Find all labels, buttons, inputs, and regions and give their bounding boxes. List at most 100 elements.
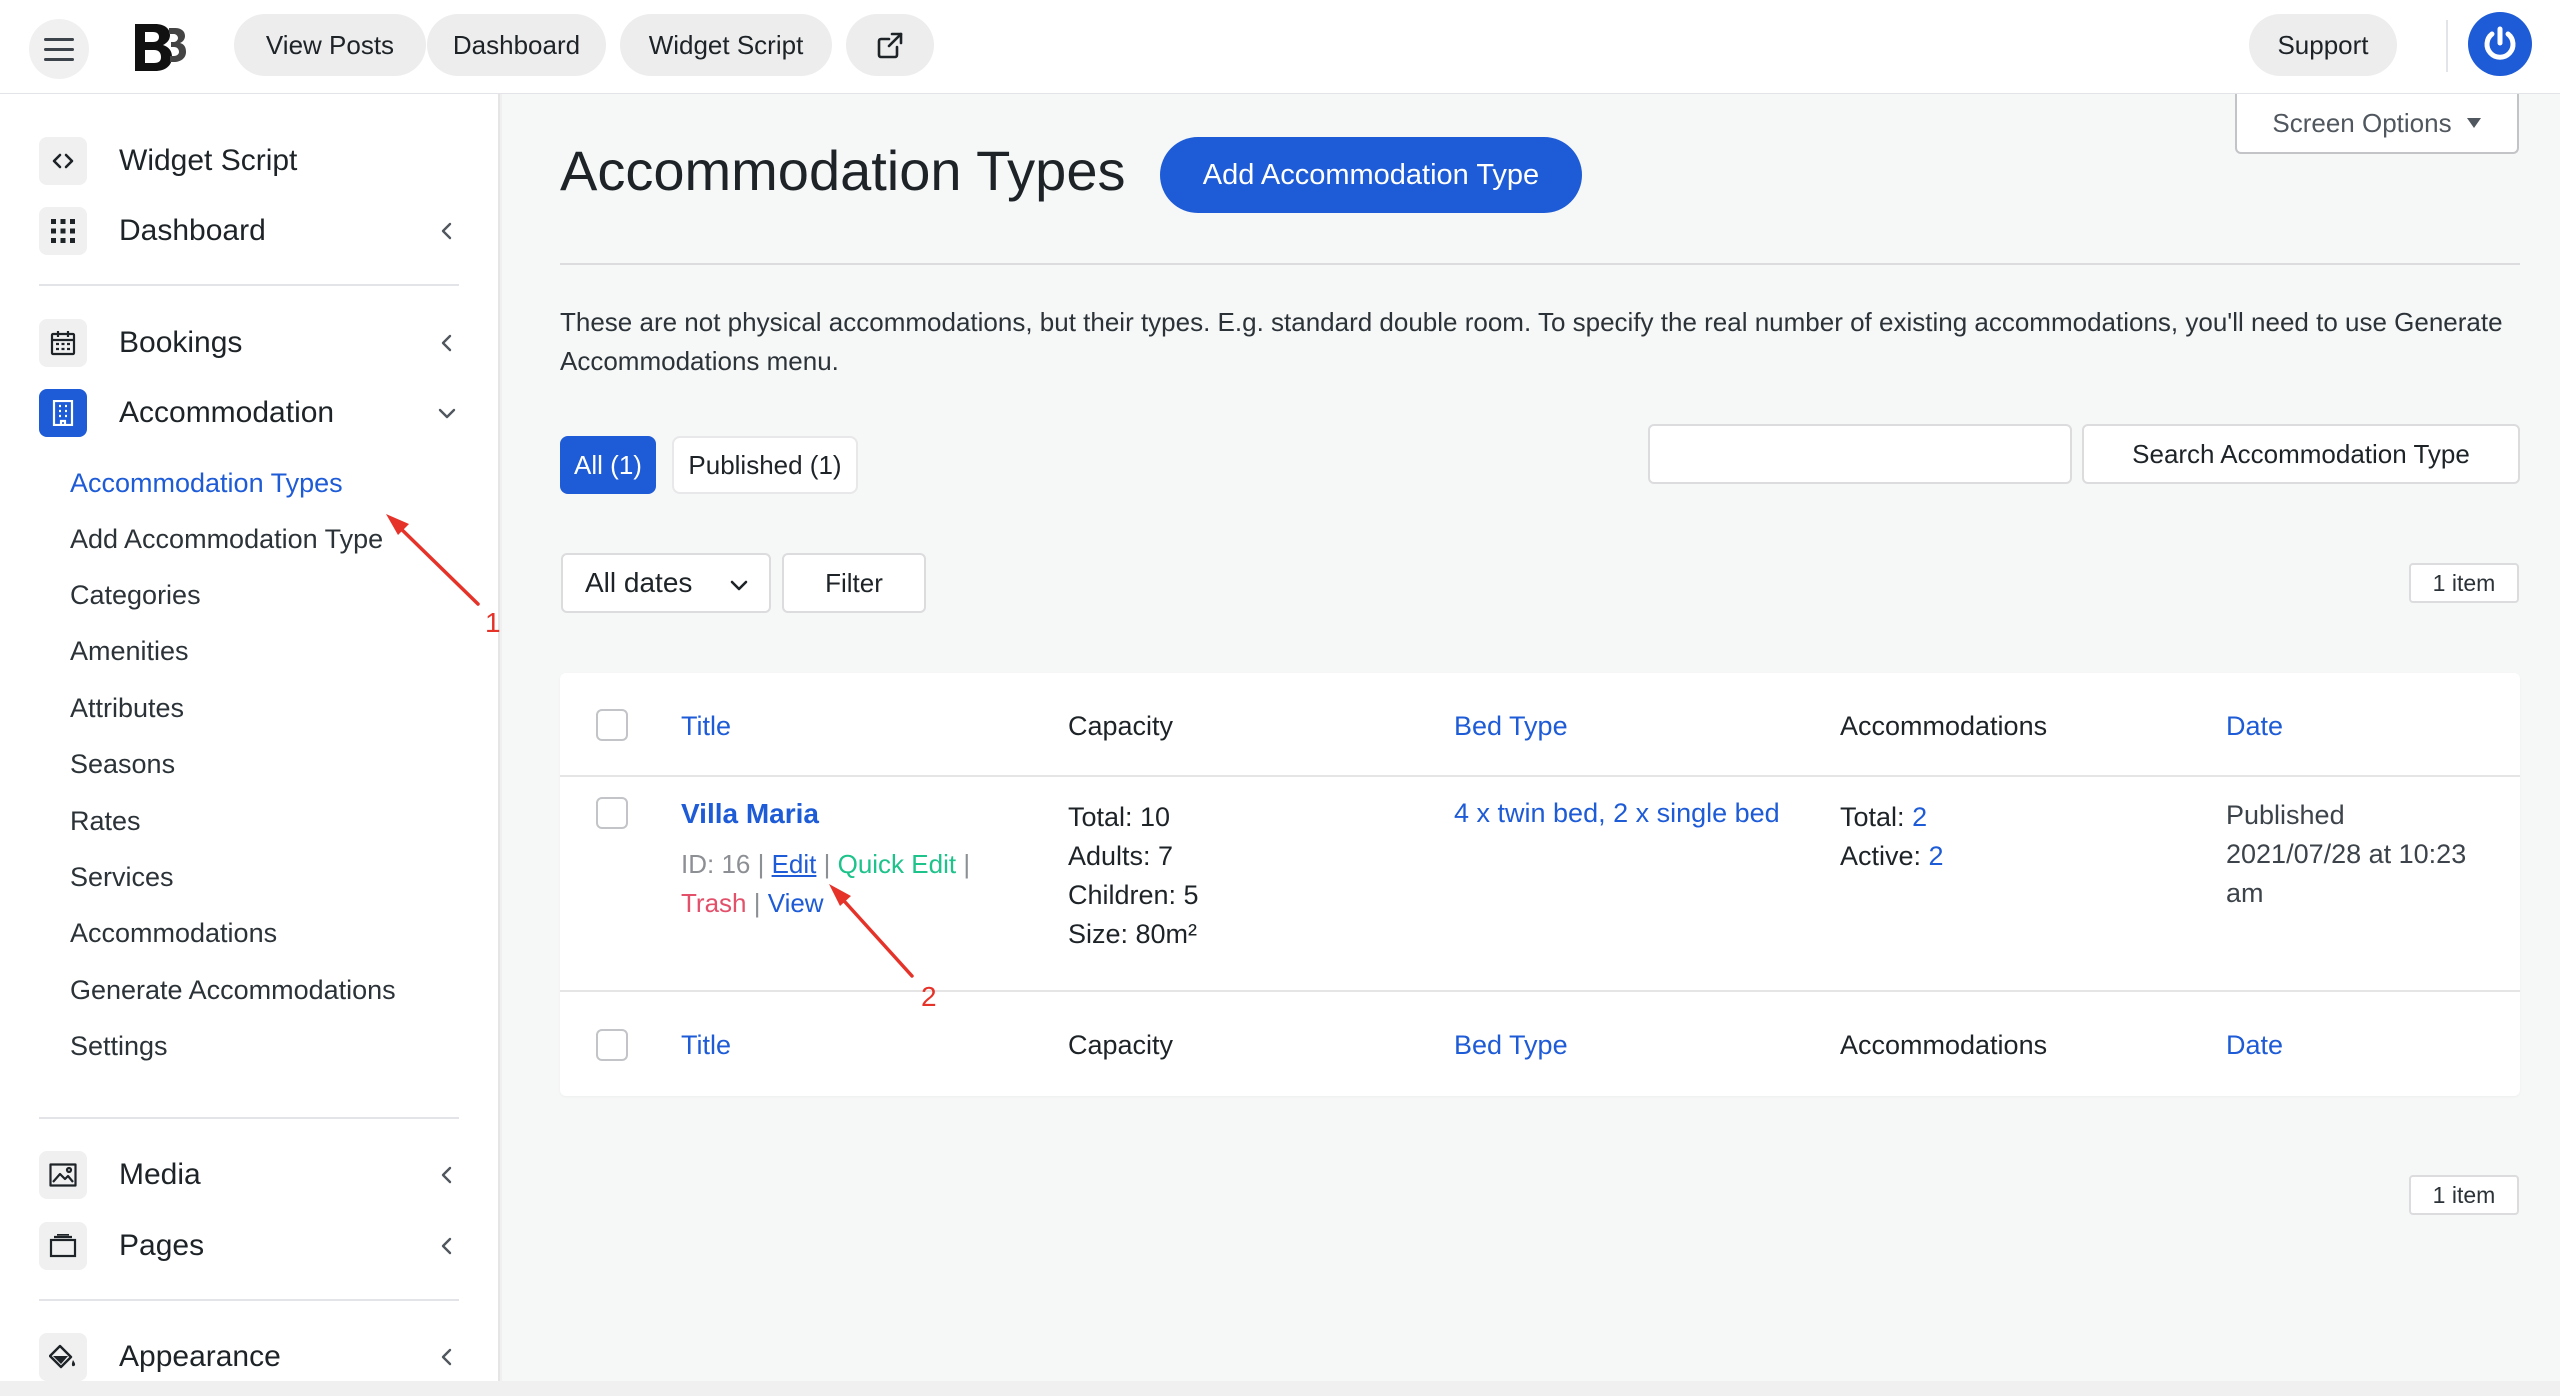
sidebar-item-widget-script[interactable]: Widget Script <box>39 134 459 188</box>
capacity-adults: Adults: 7 <box>1068 841 1174 871</box>
column-title-footer[interactable]: Title <box>681 1030 731 1061</box>
screen-options-button[interactable]: Screen Options <box>2235 94 2519 154</box>
widget-script-button[interactable]: Widget Script <box>620 14 832 76</box>
sidebar-divider <box>39 1117 459 1119</box>
column-capacity: Capacity <box>1068 711 1174 741</box>
chevron-left-icon <box>441 222 452 240</box>
sidebar-item-label: Widget Script <box>119 144 298 177</box>
row-actions: ID: 16 | Edit | Quick Edit | Trash | Vie… <box>681 849 971 918</box>
accommodations-total-link[interactable]: 2 <box>1912 802 1927 832</box>
row-title-link[interactable]: Villa Maria <box>681 798 819 830</box>
date-status: Published <box>2226 800 2345 830</box>
chevron-left-icon <box>441 1348 452 1366</box>
row-id: ID: 16 <box>681 849 751 879</box>
sidebar-item-label: Accommodation <box>119 396 335 429</box>
search-button[interactable]: Search Accommodation Type <box>2082 424 2520 484</box>
sidebar-item-label: Bookings <box>119 326 243 359</box>
add-accommodation-type-button[interactable]: Add Accommodation Type <box>1160 137 1582 213</box>
bed-type-link[interactable]: 4 x twin bed, 2 x single bed <box>1454 798 1780 829</box>
bottom-strip <box>0 1381 2560 1396</box>
date-value: 2021/07/28 at 10:23 <box>2226 839 2467 869</box>
column-bed-type-footer[interactable]: Bed Type <box>1454 1030 1568 1061</box>
sidebar-item-label: Media <box>119 1158 201 1191</box>
top-bar: View Posts Dashboard Widget Script Suppo… <box>0 0 2560 94</box>
submenu-settings[interactable]: Settings <box>70 1031 168 1062</box>
chevron-down-icon <box>438 408 456 419</box>
submenu-rates[interactable]: Rates <box>70 806 141 837</box>
image-icon <box>39 1151 87 1199</box>
filter-button[interactable]: Filter <box>782 553 926 613</box>
sidebar-item-media[interactable]: Media <box>39 1148 459 1202</box>
column-date[interactable]: Date <box>2226 711 2283 742</box>
topbar-divider <box>2446 20 2448 72</box>
submenu-attributes[interactable]: Attributes <box>70 693 184 724</box>
submenu-categories[interactable]: Categories <box>70 580 201 611</box>
account-button[interactable] <box>2468 12 2532 76</box>
accommodations-active-label: Active: <box>1840 841 1922 871</box>
support-button[interactable]: Support <box>2249 14 2397 76</box>
accommodations-total-label: Total: <box>1840 802 1905 832</box>
chevron-left-icon <box>441 334 452 352</box>
date-ampm: am <box>2226 878 2264 908</box>
screen-options-label: Screen Options <box>2272 107 2452 138</box>
capacity-children: Children: 5 <box>1068 880 1199 910</box>
dashboard-button[interactable]: Dashboard <box>427 14 606 76</box>
dates-select[interactable]: All dates <box>561 553 771 613</box>
tab-all[interactable]: All (1) <box>560 436 656 494</box>
submenu-add-accommodation-type[interactable]: Add Accommodation Type <box>70 524 383 555</box>
date-cell: Published 2021/07/28 at 10:23 am <box>2226 796 2466 913</box>
page-title: Accommodation Types <box>560 139 1126 202</box>
sidebar-item-dashboard[interactable]: Dashboard <box>39 204 459 258</box>
tab-published[interactable]: Published (1) <box>672 436 858 494</box>
external-link-button[interactable] <box>846 14 934 76</box>
accommodations-cell: Total: 2 Active: 2 <box>1840 798 1944 876</box>
view-posts-button[interactable]: View Posts <box>234 14 426 76</box>
row-divider <box>560 775 2520 777</box>
sidebar-divider <box>39 1299 459 1301</box>
column-bed-type[interactable]: Bed Type <box>1454 711 1568 742</box>
search-input[interactable] <box>1648 424 2072 484</box>
view-link[interactable]: View <box>768 888 824 918</box>
annotation-number-1: 1 <box>485 607 501 638</box>
sidebar: Widget Script Dashboard Bookings Accommo… <box>0 94 500 1381</box>
column-capacity-footer: Capacity <box>1068 1030 1174 1060</box>
calendar-icon <box>39 319 87 367</box>
accommodation-types-table: Title Capacity Bed Type Accommodations D… <box>560 673 2520 1096</box>
row-divider <box>560 990 2520 992</box>
sidebar-item-appearance[interactable]: Appearance <box>39 1330 459 1384</box>
submenu-services[interactable]: Services <box>70 862 174 893</box>
submenu-seasons[interactable]: Seasons <box>70 749 175 780</box>
title-divider <box>560 263 2520 265</box>
quick-edit-link[interactable]: Quick Edit <box>838 849 957 879</box>
select-all-checkbox[interactable] <box>596 709 628 741</box>
row-checkbox[interactable] <box>596 797 628 829</box>
sidebar-item-pages[interactable]: Pages <box>39 1219 459 1273</box>
capacity-size: Size: 80m² <box>1068 919 1198 949</box>
column-date-footer[interactable]: Date <box>2226 1030 2283 1061</box>
submenu-amenities[interactable]: Amenities <box>70 636 189 667</box>
column-title[interactable]: Title <box>681 711 731 742</box>
capacity-cell: Total: 10 Adults: 7 Children: 5 Size: 80… <box>1068 798 1199 954</box>
power-icon <box>2484 26 2516 60</box>
submenu-accommodation-types[interactable]: Accommodation Types <box>70 468 343 499</box>
items-count: 1 item <box>2409 563 2519 603</box>
submenu-generate-accommodations[interactable]: Generate Accommodations <box>70 975 396 1006</box>
app-logo[interactable] <box>131 22 187 72</box>
sidebar-divider <box>39 284 459 286</box>
capacity-total: Total: 10 <box>1068 802 1171 832</box>
submenu-accommodations[interactable]: Accommodations <box>70 918 277 949</box>
select-all-checkbox-footer[interactable] <box>596 1029 628 1061</box>
menu-toggle-icon[interactable] <box>29 19 89 79</box>
sidebar-item-accommodation[interactable]: Accommodation <box>39 386 459 440</box>
column-accommodations: Accommodations <box>1840 711 2048 741</box>
accommodations-active-link[interactable]: 2 <box>1929 841 1944 871</box>
sidebar-item-bookings[interactable]: Bookings <box>39 316 459 370</box>
edit-link[interactable]: Edit <box>772 849 817 879</box>
grid-icon <box>39 207 87 255</box>
code-icon <box>39 137 87 185</box>
trash-link[interactable]: Trash <box>681 888 747 918</box>
page-description: These are not physical accommodations, b… <box>560 307 2503 376</box>
chevron-left-icon <box>441 1237 452 1255</box>
dates-select-value: All dates <box>585 567 693 598</box>
building-icon <box>39 389 87 437</box>
